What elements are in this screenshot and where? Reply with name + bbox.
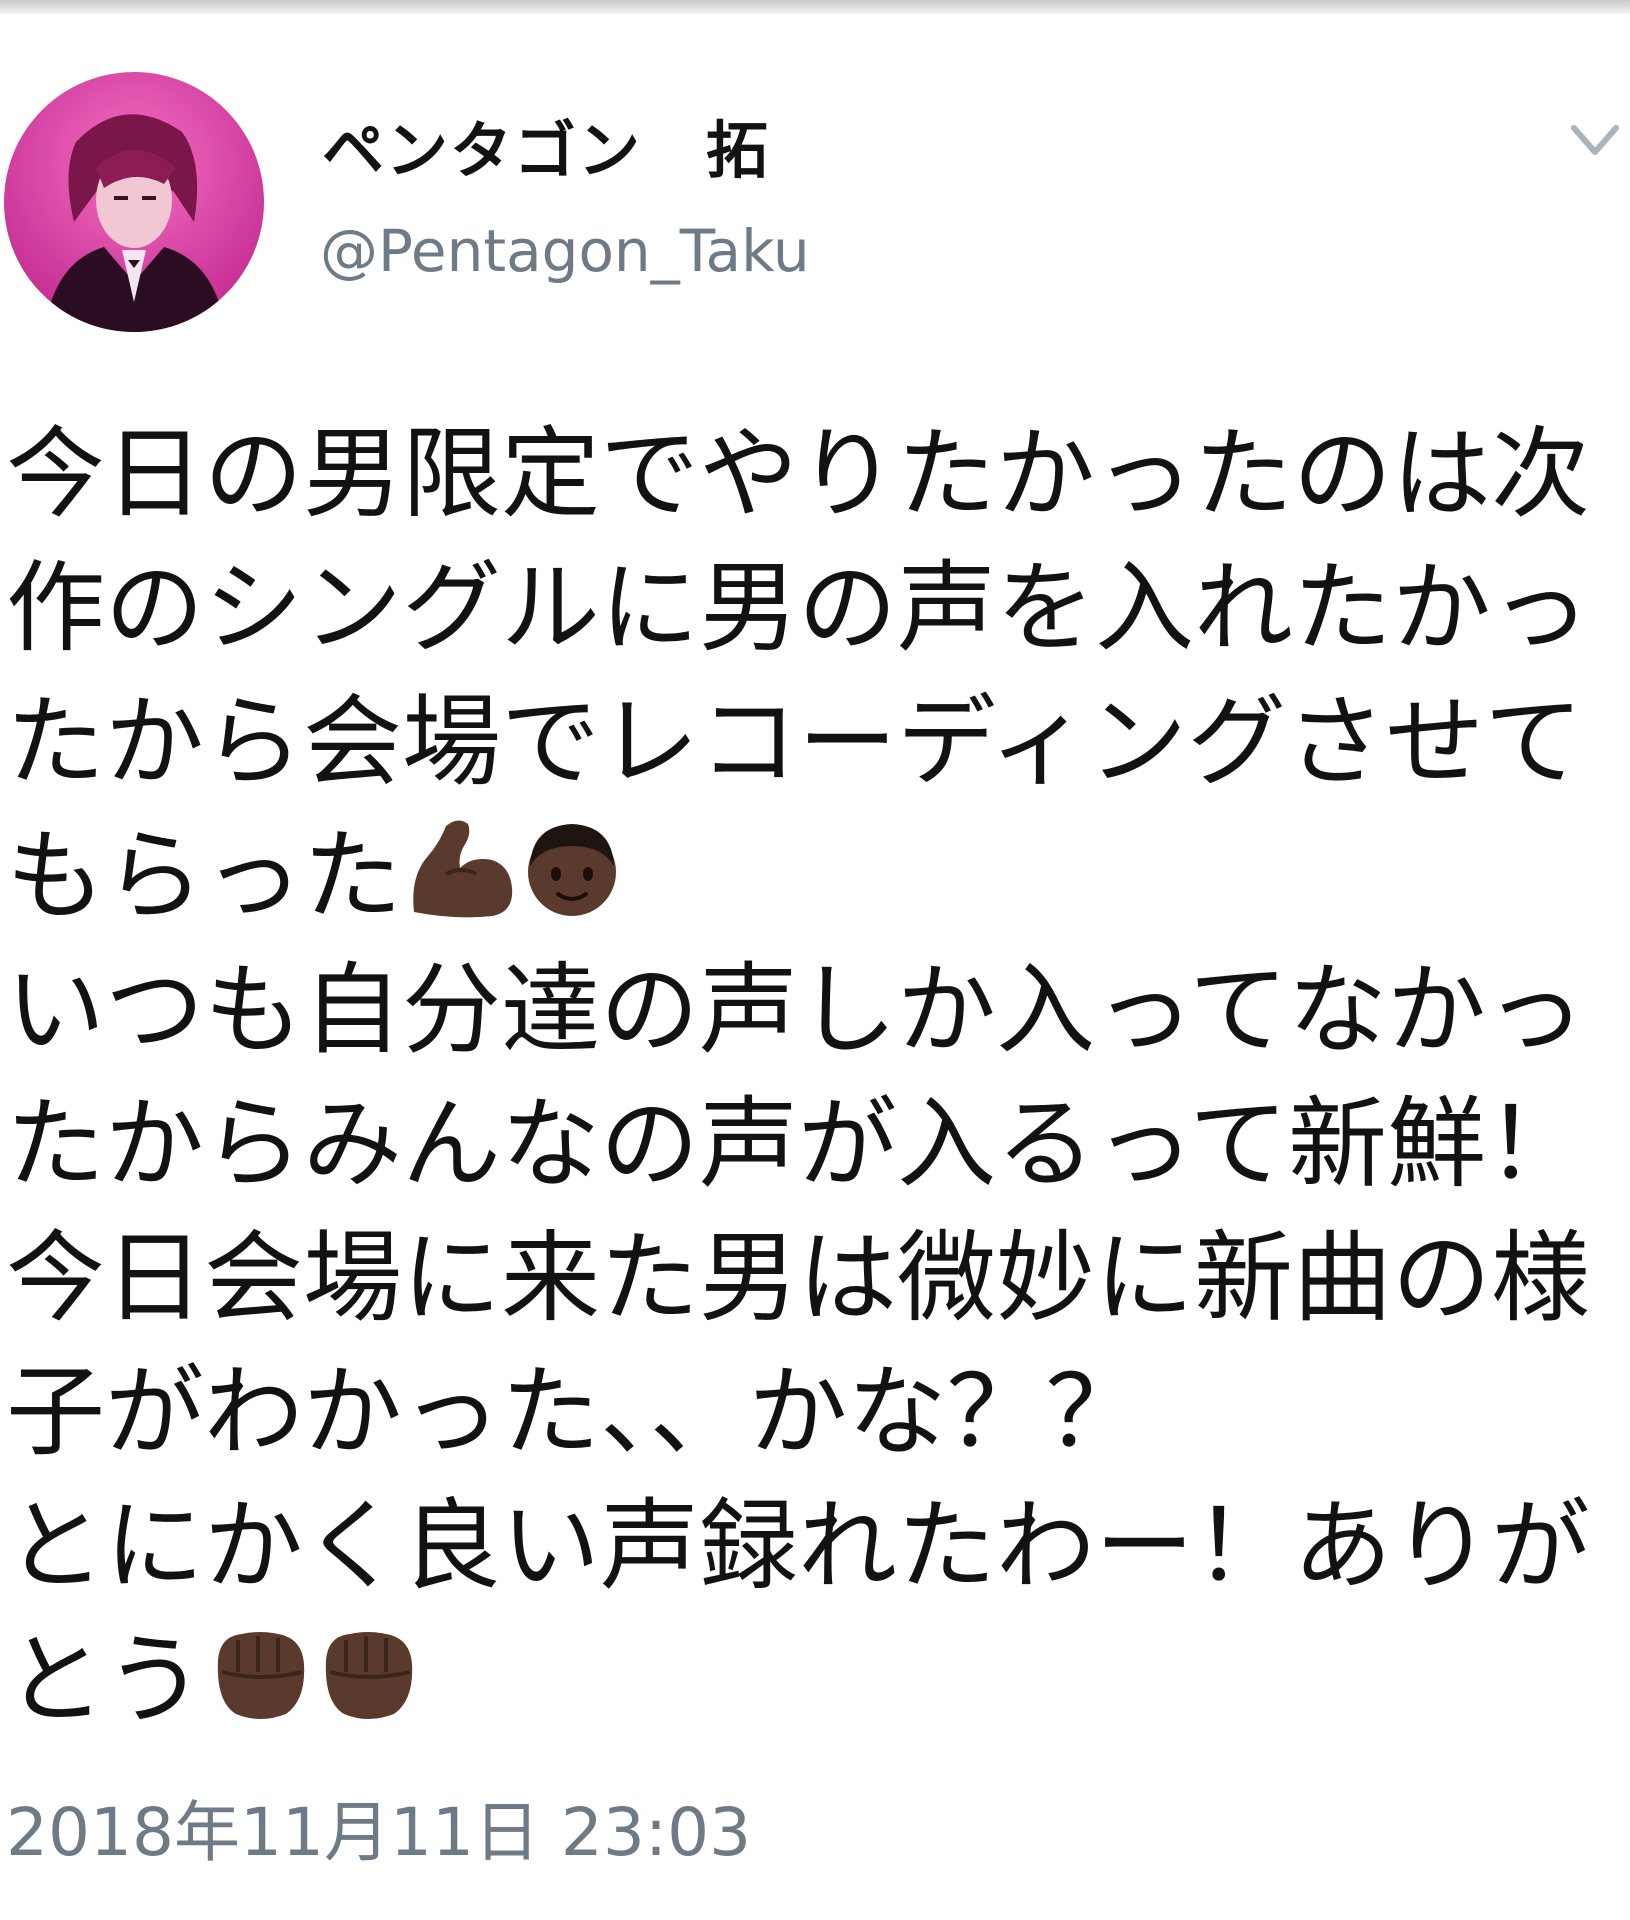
- tweet-timestamp[interactable]: 2018年11月11日 23:03: [6, 1800, 751, 1866]
- tweet-line-with-emoji: もらった: [6, 810, 1628, 944]
- tweet-line: 作のシングルに男の声を入れたかっ: [6, 551, 1590, 666]
- oncoming-fist-icon: [325, 1632, 413, 1719]
- tweet-line-text: もらった: [6, 819, 402, 934]
- tweet-line: いつも自分達の声しか入ってなかっ: [6, 953, 1586, 1068]
- user-handle[interactable]: @Pentagon_Taku: [320, 222, 810, 280]
- boy-face-icon: [528, 824, 616, 916]
- tweet-line: とにかく良い声録れたわー！ありが: [6, 1489, 1590, 1604]
- tweet-line: たからみんなの声が入るって新鮮！: [6, 1087, 1586, 1202]
- tweet-text: 今日の男限定でやりたかったのは次 作のシングルに男の声を入れたかっ たから会場で…: [6, 408, 1628, 1748]
- top-divider: [0, 0, 1630, 14]
- avatar[interactable]: [4, 72, 264, 332]
- flexed-biceps-icon: [413, 820, 513, 918]
- tweet-line: 今日の男限定でやりたかったのは次: [6, 417, 1590, 532]
- display-name[interactable]: ペンタゴン 拓: [322, 120, 770, 182]
- tweet-line-with-emoji: とう: [6, 1614, 1628, 1748]
- oncoming-fist-icon: [217, 1632, 305, 1719]
- tweet-line: たから会場でレコーディングさせて: [6, 685, 1584, 800]
- chevron-down-icon[interactable]: [1570, 122, 1620, 160]
- tweet-line-text: とう: [6, 1623, 204, 1738]
- tweet-line: 今日会場に来た男は微妙に新曲の様: [6, 1221, 1590, 1336]
- avatar-image: [4, 72, 264, 332]
- tweet-line: 子がわかった、、かな？？: [6, 1355, 1145, 1470]
